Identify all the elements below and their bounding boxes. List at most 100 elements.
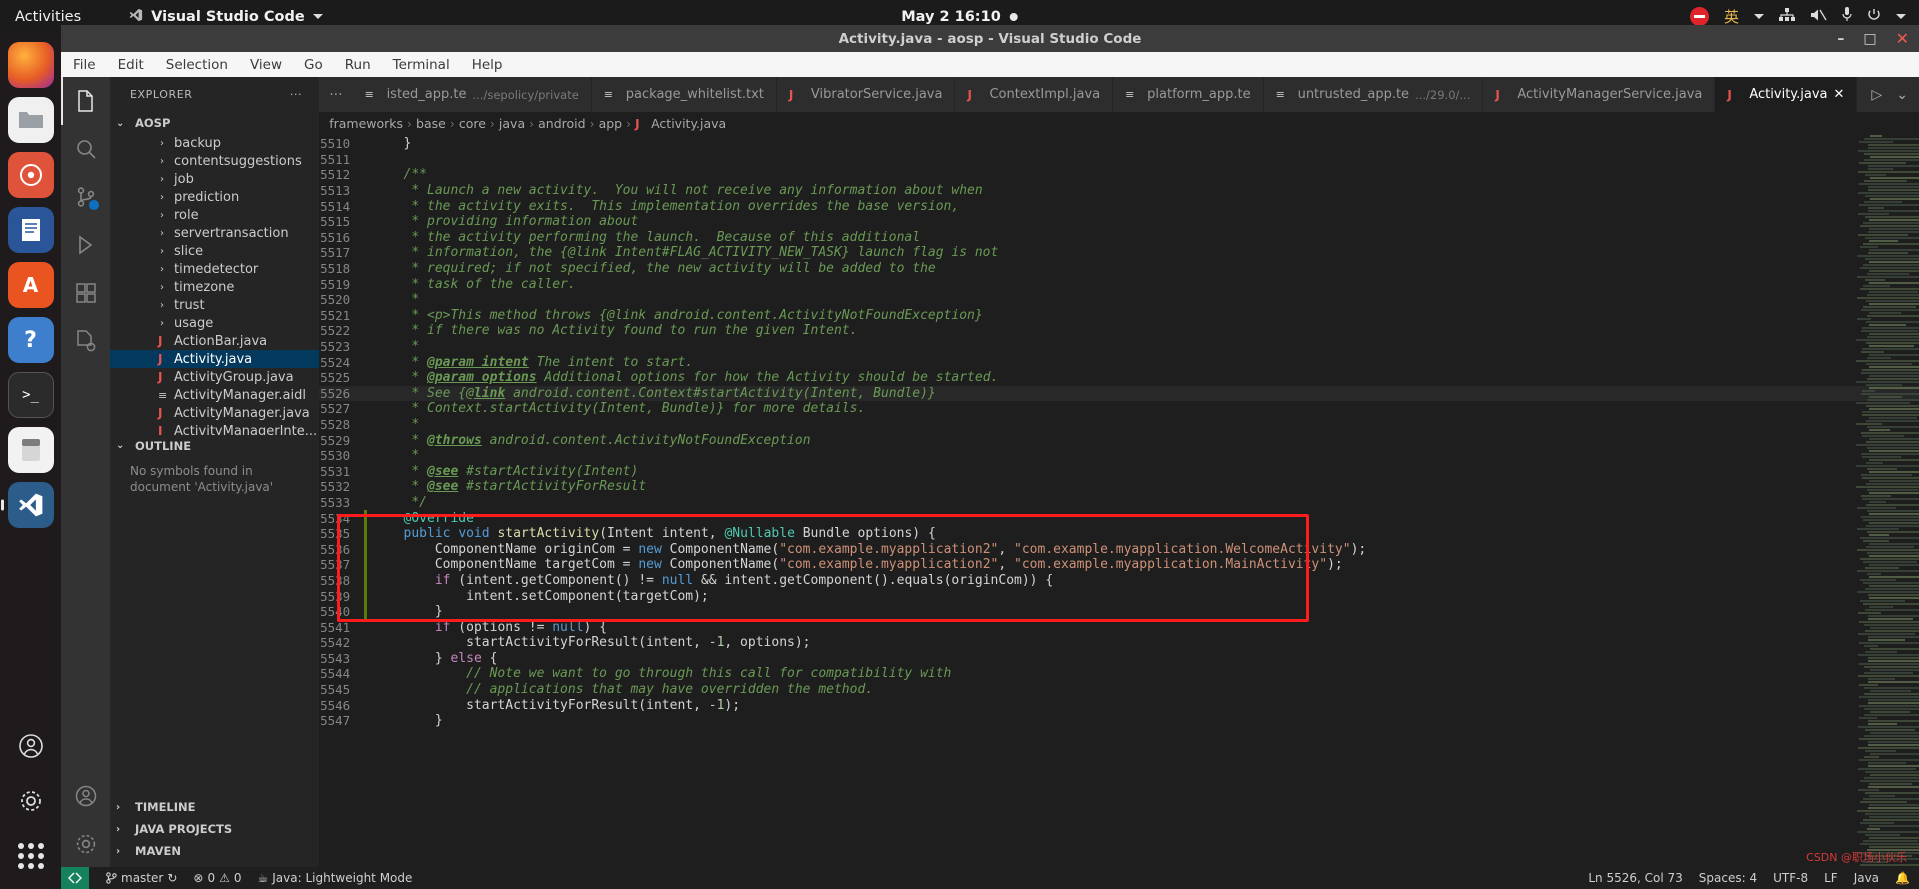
- code-line[interactable]: 5521 * <p>This method throws {@link andr…: [319, 308, 1919, 324]
- activity-accounts-icon[interactable]: [61, 772, 110, 820]
- code-line[interactable]: 5546 startActivityForResult(intent, -1);: [319, 697, 1919, 713]
- dock-icon-user-account[interactable]: [8, 723, 54, 769]
- dock-icon-libreoffice-writer[interactable]: [7, 207, 54, 253]
- tree-item[interactable]: › trust: [110, 296, 319, 314]
- tree-item[interactable]: J ActivityGroup.java: [110, 368, 319, 386]
- editor-tab[interactable]: ≡ isted_app.te .../sepolicy/private: [353, 77, 592, 112]
- tree-item[interactable]: › contentsuggestions: [110, 152, 319, 170]
- dock-icon-text-editor[interactable]: [7, 427, 54, 473]
- code-line[interactable]: 5511: [319, 152, 1919, 168]
- sync-icon[interactable]: ↻: [167, 871, 177, 885]
- code-line[interactable]: 5513 * Launch a new activity. You will n…: [319, 183, 1919, 199]
- network-icon[interactable]: [1779, 7, 1795, 26]
- dock-icon-settings[interactable]: [8, 778, 54, 824]
- code-line[interactable]: 5541 if (options != null) {: [319, 619, 1919, 635]
- code-line[interactable]: 5525 * @param options Additional options…: [319, 370, 1919, 386]
- code-line[interactable]: 5524 * @param intent The intent to start…: [319, 354, 1919, 370]
- code-line[interactable]: 5526 * See {@link android.content.Contex…: [319, 385, 1919, 402]
- code-line[interactable]: 5530 *: [319, 448, 1919, 464]
- status-language-mode[interactable]: Java: [1854, 871, 1879, 885]
- maximize-button[interactable]: □: [1863, 31, 1876, 47]
- menu-item-go[interactable]: Go: [304, 57, 323, 73]
- tree-item[interactable]: ≡ ActivityManager.aidl: [110, 386, 319, 404]
- system-chevron-down-icon[interactable]: [1896, 14, 1906, 19]
- status-cursor-position[interactable]: Ln 5526, Col 73: [1588, 871, 1682, 885]
- minimize-button[interactable]: –: [1837, 31, 1844, 47]
- chevron-down-icon[interactable]: ⌄: [1896, 87, 1908, 103]
- status-problems[interactable]: ⊗ 0 ⚠ 0: [193, 871, 241, 885]
- code-line[interactable]: 5539 intent.setComponent(targetCom);: [319, 588, 1919, 604]
- code-line[interactable]: 5527 * Context.startActivity(Intent, Bun…: [319, 401, 1919, 417]
- activity-explorer-icon[interactable]: [61, 77, 110, 125]
- tree-item[interactable]: › timedetector: [110, 260, 319, 278]
- code-line[interactable]: 5533 */: [319, 495, 1919, 511]
- tree-item[interactable]: J ActionBar.java: [110, 332, 319, 350]
- record-stop-icon[interactable]: [1689, 7, 1709, 26]
- code-line[interactable]: 5517 * information, the {@link Intent#FL…: [319, 245, 1919, 261]
- explorer-root-folder[interactable]: ⌄ AOSP: [110, 112, 319, 134]
- microphone-icon[interactable]: [1842, 7, 1852, 26]
- remote-indicator[interactable]: [61, 867, 89, 889]
- code-line[interactable]: 5535 public void startActivity(Intent in…: [319, 526, 1919, 542]
- code-line[interactable]: 5522 * if there was no Activity found to…: [319, 323, 1919, 339]
- tree-item[interactable]: › slice: [110, 242, 319, 260]
- code-line[interactable]: 5529 * @throws android.content.ActivityN…: [319, 432, 1919, 448]
- tree-item[interactable]: › prediction: [110, 188, 319, 206]
- tree-item[interactable]: › servertransaction: [110, 224, 319, 242]
- code-line[interactable]: 5519 * task of the caller.: [319, 276, 1919, 292]
- dock-icon-firefox[interactable]: [7, 42, 54, 88]
- code-line[interactable]: 5520 *: [319, 292, 1919, 308]
- editor-tab[interactable]: ≡ package_whitelist.txt: [592, 77, 777, 112]
- code-line[interactable]: 5532 * @see #startActivityForResult: [319, 479, 1919, 495]
- activity-manage-settings-icon[interactable]: [61, 820, 110, 868]
- tree-item[interactable]: › timezone: [110, 278, 319, 296]
- code-line[interactable]: 5547 }: [319, 713, 1919, 729]
- menu-item-view[interactable]: View: [250, 57, 282, 73]
- clock[interactable]: May 2 16:10: [901, 9, 1018, 25]
- breadcrumb-item[interactable]: android: [538, 116, 585, 131]
- code-line[interactable]: 5523 *: [319, 339, 1919, 355]
- tree-item[interactable]: J Activity.java: [110, 350, 320, 368]
- dock-icon-visual-studio-code[interactable]: [7, 482, 54, 528]
- status-notifications-icon[interactable]: 🔔: [1895, 871, 1910, 885]
- code-line[interactable]: 5545 // applications that may have overr…: [319, 682, 1919, 698]
- activities-button[interactable]: Activities: [15, 9, 81, 25]
- dock-icon-terminal[interactable]: >_: [7, 372, 54, 418]
- volume-muted-icon[interactable]: [1810, 8, 1827, 26]
- code-line[interactable]: 5518 * required; if not specified, the n…: [319, 261, 1919, 277]
- code-line[interactable]: 5514 * the activity exits. This implemen…: [319, 198, 1919, 214]
- status-eol[interactable]: LF: [1824, 871, 1838, 885]
- menu-item-file[interactable]: File: [73, 57, 96, 73]
- code-line[interactable]: 5531 * @see #startActivity(Intent): [319, 463, 1919, 479]
- code-line[interactable]: 5538 if (intent.getComponent() != null &…: [319, 573, 1919, 589]
- breadcrumb-item[interactable]: app: [599, 116, 623, 131]
- tree-item[interactable]: J ActivityManagerInte...: [110, 422, 319, 435]
- activity-remote-explorer-icon[interactable]: [61, 317, 110, 365]
- breadcrumb-item[interactable]: java: [499, 116, 525, 131]
- sidebar-section-java-projects[interactable]: › JAVA PROJECTS: [110, 818, 319, 840]
- tree-item[interactable]: › usage: [110, 314, 319, 332]
- show-applications-button[interactable]: [8, 833, 54, 879]
- menu-item-selection[interactable]: Selection: [166, 57, 228, 73]
- explorer-more-actions-icon[interactable]: ···: [290, 88, 302, 101]
- breadcrumb-item[interactable]: J Activity.java: [635, 116, 726, 131]
- dock-icon-help[interactable]: ?: [7, 317, 54, 363]
- status-indentation[interactable]: Spaces: 4: [1699, 871, 1757, 885]
- tree-item[interactable]: › backup: [110, 134, 319, 152]
- status-java-mode[interactable]: ☕ Java: Lightweight Mode: [258, 871, 413, 885]
- status-branch[interactable]: master ↻: [105, 871, 177, 885]
- code-line[interactable]: 5510 }: [319, 136, 1919, 152]
- breadcrumb-item[interactable]: base: [416, 116, 446, 131]
- tab-overflow-icon[interactable]: ···: [319, 77, 352, 112]
- activity-run-debug-icon[interactable]: [61, 221, 110, 269]
- tree-item[interactable]: J ActivityManager.java: [110, 404, 319, 422]
- code-line[interactable]: 5534 @Override: [319, 510, 1919, 526]
- minimap[interactable]: [1855, 134, 1919, 868]
- breadcrumb-item[interactable]: core: [459, 116, 486, 131]
- activity-source-control-icon[interactable]: [61, 173, 110, 221]
- code-line[interactable]: 5544 // Note we want to go through this …: [319, 666, 1919, 682]
- dock-icon-rhythmbox[interactable]: [7, 152, 54, 198]
- code-line[interactable]: 5542 startActivityForResult(intent, -1, …: [319, 635, 1919, 651]
- code-line[interactable]: 5512 /**: [319, 167, 1919, 183]
- editor-tab[interactable]: J ContextImpl.java: [955, 77, 1114, 112]
